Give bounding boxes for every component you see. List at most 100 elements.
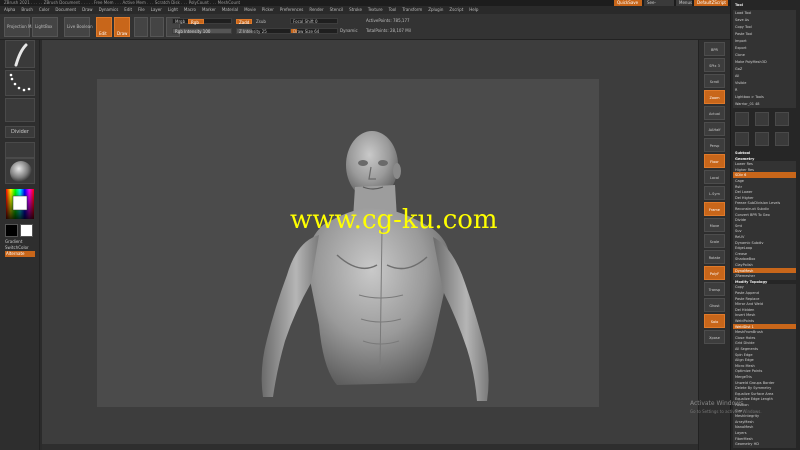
menu-item-marker[interactable]: Marker <box>202 7 216 12</box>
menu-item-document[interactable]: Document <box>55 7 76 12</box>
shelf-button-xpose[interactable]: Xpose <box>704 330 725 344</box>
live-boolean-button[interactable]: Live Boolean <box>64 17 93 37</box>
shelf-button-solo[interactable]: Solo <box>704 314 725 328</box>
draw-button[interactable]: Draw <box>114 17 130 37</box>
divider-label: Divider <box>11 129 29 135</box>
shelf-button-polyf[interactable]: PolyF <box>704 266 725 280</box>
material-thumbnail[interactable] <box>5 158 35 184</box>
shelf-button-l-sym[interactable]: L.Sym <box>704 186 725 200</box>
tool-thumbnail[interactable] <box>735 112 749 126</box>
activate-windows-notice: Activate Windows <box>690 400 744 407</box>
shelf-button-rotate[interactable]: Rotate <box>704 250 725 264</box>
edit-button[interactable]: Edit <box>96 17 112 37</box>
lightbox-button[interactable]: LightBox <box>32 17 58 37</box>
menu-item-light[interactable]: Light <box>168 7 178 12</box>
menu-item-file[interactable]: File <box>138 7 145 12</box>
tool-row-0[interactable]: Load Tool <box>733 10 796 17</box>
tool-row-10[interactable]: Visible <box>733 80 796 87</box>
menu-item-transform[interactable]: Transform <box>402 7 422 12</box>
shelf-button-persp[interactable]: Persp <box>704 138 725 152</box>
draw-size-label: Draw Size 64 <box>293 29 320 34</box>
zadd-button[interactable]: Zadd <box>236 19 252 25</box>
shelf-button-local[interactable]: Local <box>704 170 725 184</box>
shelf-button-scroll[interactable]: Scroll <box>704 74 725 88</box>
dynamic-button[interactable]: Dynamic <box>340 28 358 33</box>
color-picker[interactable] <box>5 188 35 220</box>
shelf-button-spix-3[interactable]: SPix 3 <box>704 58 725 72</box>
tool-thumbnail[interactable] <box>775 132 789 146</box>
tool-row-7[interactable]: Make PolyMesh3D <box>733 59 796 66</box>
menu-item-help[interactable]: Help <box>469 7 478 12</box>
projection-master-button[interactable]: Projection Master <box>4 17 42 37</box>
secondary-color-swatch[interactable] <box>20 224 33 237</box>
z-intensity-slider[interactable]: Z Intensity 25 <box>236 28 296 34</box>
tool-row-5[interactable]: Export <box>733 45 796 52</box>
shelf-button-frame[interactable]: Frame <box>704 202 725 216</box>
tool-row-4[interactable]: Import <box>733 38 796 45</box>
shelf-button-scale[interactable]: Scale <box>704 234 725 248</box>
canvas[interactable] <box>97 79 599 407</box>
menu-item-brush[interactable]: Brush <box>21 7 33 12</box>
shelf-button-ghost[interactable]: Ghost <box>704 298 725 312</box>
shelf-button-aahalf[interactable]: AAHalf <box>704 122 725 136</box>
menu-item-edit[interactable]: Edit <box>124 7 132 12</box>
menu-bar: Alpha Brush Color Document Draw Dynamics Edit F… <box>0 6 730 14</box>
stroke-thumbnail[interactable] <box>5 70 35 96</box>
menu-item-render[interactable]: Render <box>309 7 323 12</box>
rgb-label: Rgb <box>191 20 199 25</box>
brush-thumbnail[interactable] <box>5 40 35 68</box>
divider-button[interactable]: Divider <box>5 126 35 138</box>
zsub-button[interactable]: Zsub <box>256 19 266 24</box>
tool-row-6[interactable]: Clone <box>733 52 796 59</box>
menu-item-draw[interactable]: Draw <box>82 7 92 12</box>
shelf-button-actual[interactable]: Actual <box>704 106 725 120</box>
tool-row-13[interactable]: Warrior_01 48 <box>733 101 796 108</box>
tool-thumbnail[interactable] <box>755 112 769 126</box>
menu-item-material[interactable]: Material <box>222 7 238 12</box>
menu-item-tool[interactable]: Tool <box>389 7 397 12</box>
tool-thumbnail[interactable] <box>735 132 749 146</box>
primary-color-swatch[interactable] <box>5 224 18 237</box>
shelf-button-bpr[interactable]: BPR <box>704 42 725 56</box>
switch-color-label[interactable]: SwitchColor <box>5 245 29 250</box>
menu-item-movie[interactable]: Movie <box>244 7 256 12</box>
move-button[interactable] <box>134 17 148 37</box>
tool-row-12[interactable]: Lightbox > Tools <box>733 94 796 101</box>
subtool-geometry-hd[interactable]: Geometry HD <box>733 441 796 449</box>
menu-item-alpha[interactable]: Alpha <box>4 7 15 12</box>
rgb-intensity-slider[interactable]: Rgb Intensity 100 <box>172 28 232 34</box>
tool-row-1[interactable]: Save As <box>733 17 796 24</box>
tool-row-3[interactable]: Paste Tool <box>733 31 796 38</box>
draw-size-slider[interactable]: Draw Size 64 <box>290 28 338 34</box>
menu-item-dynamics[interactable]: Dynamics <box>99 7 119 12</box>
scale-button[interactable] <box>150 17 164 37</box>
tool-row-11[interactable]: R <box>733 87 796 94</box>
menu-item-zplugin[interactable]: Zplugin <box>428 7 443 12</box>
alternate-button[interactable]: Alternate <box>5 251 35 257</box>
shelf-button-zoom[interactable]: Zoom <box>704 90 725 104</box>
tool-thumbnail[interactable] <box>755 132 769 146</box>
zadd-label: Zadd <box>239 20 250 25</box>
menu-item-color[interactable]: Color <box>39 7 49 12</box>
tool-thumbnail[interactable] <box>775 112 789 126</box>
tool-row-2[interactable]: Copy Tool <box>733 24 796 31</box>
texture-thumbnail[interactable] <box>5 142 35 158</box>
menu-item-preferences[interactable]: Preferences <box>280 7 304 12</box>
menu-item-stroke[interactable]: Stroke <box>349 7 362 12</box>
tool-row-8[interactable]: GoZ <box>733 66 796 73</box>
alpha-thumbnail[interactable] <box>5 98 35 122</box>
menu-item-stencil[interactable]: Stencil <box>330 7 344 12</box>
shelf-button-floor[interactable]: Floor <box>704 154 725 168</box>
focal-shift-slider[interactable]: Focal Shift 0 <box>290 18 338 24</box>
gradient-label[interactable]: Gradient <box>5 239 22 244</box>
menu-item-zscript[interactable]: Zscript <box>449 7 463 12</box>
rgb-button[interactable]: Rgb <box>188 19 204 25</box>
menu-item-macro[interactable]: Macro <box>184 7 196 12</box>
active-points-readout: ActivePoints: 785,177 <box>366 18 410 23</box>
menu-item-picker[interactable]: Picker <box>262 7 274 12</box>
menu-item-texture[interactable]: Texture <box>368 7 383 12</box>
tool-row-9[interactable]: All <box>733 73 796 80</box>
shelf-button-transp[interactable]: Transp <box>704 282 725 296</box>
menu-item-layer[interactable]: Layer <box>151 7 162 12</box>
shelf-button-move[interactable]: Move <box>704 218 725 232</box>
